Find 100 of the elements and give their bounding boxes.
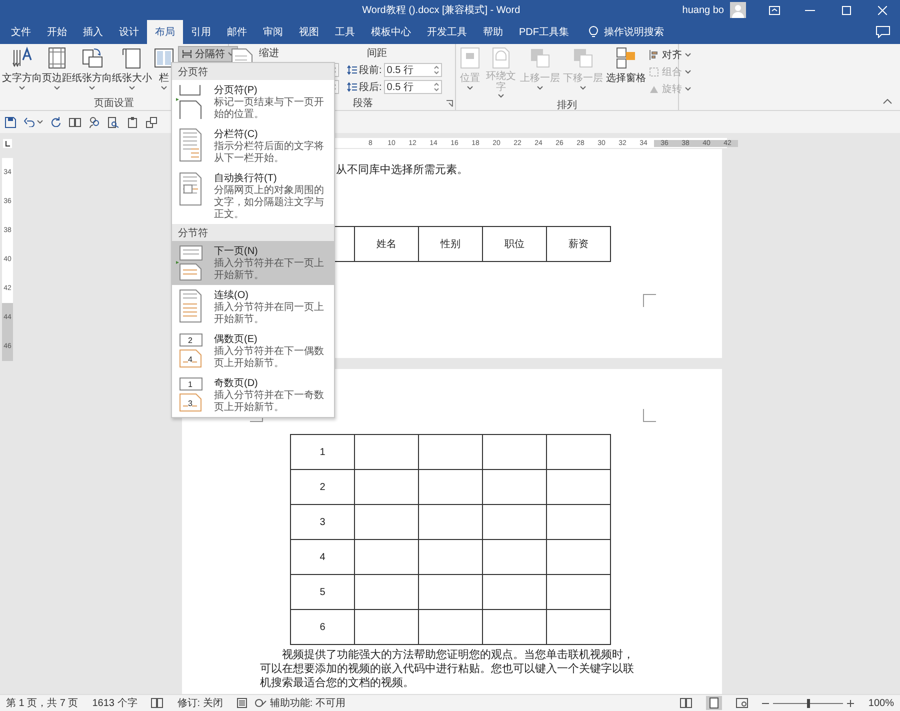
maximize-icon[interactable] — [842, 6, 850, 14]
ribbon-display-icon[interactable] — [768, 6, 780, 14]
ribbon-tab[interactable]: 开发工具 — [419, 20, 475, 44]
caret-icon — [467, 86, 473, 90]
close-icon[interactable] — [878, 6, 886, 14]
menu-item[interactable]: 2 4 偶数页(E) 插入分节符并在下一偶数页上开始新节。 — [172, 329, 334, 373]
table-cell — [482, 540, 546, 574]
menu-item[interactable]: 1 3 奇数页(D) 插入分节符并在下一奇数页上开始新节。 — [172, 373, 334, 417]
ribbon-button[interactable]: 页边距 — [42, 46, 72, 96]
menu-item[interactable]: 下一页(N) 插入分节符并在下一页上开始新节。 — [172, 241, 334, 285]
print-layout-icon[interactable] — [706, 696, 722, 710]
ribbon-button[interactable]: 纸张大小 — [112, 46, 152, 96]
table-cell — [418, 434, 482, 470]
breaks-button[interactable]: 分隔符 — [178, 46, 238, 62]
menu-item[interactable]: 分页符(P) 标记一页结束与下一页开始的位置。 — [172, 80, 334, 124]
spacing-field[interactable]: 0.5 行 — [384, 80, 442, 94]
clipboard-icon[interactable] — [127, 116, 138, 128]
undo-icon[interactable] — [24, 117, 35, 127]
ribbon-tab[interactable]: 工具 — [327, 20, 363, 44]
table-cell — [482, 504, 546, 540]
web-layout-icon[interactable] — [736, 698, 748, 708]
table-cell: 6 — [290, 610, 354, 644]
table-cell — [354, 610, 418, 644]
table-cell — [418, 470, 482, 504]
menu-item-description: 插入分节符并在同一页上开始新节。 — [214, 302, 325, 326]
ribbon-tab[interactable]: 布局 — [147, 20, 183, 44]
menu-item-title: 分页符(P) — [214, 84, 258, 96]
ribbon-button[interactable]: 文字方向 — [2, 46, 42, 96]
menu-item-description: 插入分节符并在下一奇数页上开始新节。 — [214, 390, 325, 414]
ribbon-tab[interactable]: 视图 — [291, 20, 327, 44]
collapse-ribbon-icon[interactable] — [883, 99, 892, 104]
ribbon-tab[interactable]: 邮件 — [219, 20, 255, 44]
spinner-icon[interactable] — [434, 65, 439, 75]
spacing-field-label: 段前: — [359, 64, 382, 77]
track-changes-status[interactable]: 修订: 关闭 — [177, 696, 223, 710]
ribbon-tab[interactable]: 模板中心 — [363, 20, 419, 44]
caret-icon — [89, 86, 95, 90]
menu-item-title: 连续(O) — [214, 288, 250, 302]
table-cell — [546, 610, 610, 644]
two-pages-icon[interactable] — [69, 118, 81, 126]
dialog-launcher-icon[interactable] — [446, 100, 453, 106]
tab-selector-icon[interactable] — [3, 139, 12, 148]
accessibility-status[interactable]: 辅助功能: 不可用 — [270, 696, 346, 710]
ribbon-button[interactable]: 选择窗格 — [606, 46, 646, 98]
caret-icon — [54, 86, 60, 90]
comment-icon[interactable] — [876, 26, 890, 38]
ribbon-tab[interactable]: 帮助 — [475, 20, 511, 44]
menu-item-description: 标记一页结束与下一页开始的位置。 — [214, 97, 325, 121]
spinner-icon[interactable] — [434, 82, 439, 92]
spacing-icon — [347, 82, 357, 92]
menu-item[interactable]: 连续(O) 插入分节符并在同一页上开始新节。 — [172, 285, 334, 329]
ribbon-tab[interactable]: 插入 — [75, 20, 111, 44]
page-count[interactable]: 第 1 页，共 7 页 — [6, 696, 78, 710]
macro-icon[interactable] — [236, 698, 247, 708]
redo-icon[interactable] — [51, 117, 61, 127]
tell-me-search[interactable]: 操作说明搜索 — [604, 25, 664, 39]
save-icon[interactable] — [5, 116, 16, 128]
table-cell — [418, 574, 482, 610]
ribbon-tab[interactable]: 开始 — [39, 20, 75, 44]
windows-icon[interactable] — [146, 116, 157, 128]
caret-icon — [37, 120, 43, 124]
caret-icon — [685, 70, 691, 74]
menu-item-title: 下一页(N) — [214, 245, 259, 258]
table-cell — [546, 574, 610, 610]
margin-mark — [643, 294, 656, 307]
ribbon-tab[interactable]: 引用 — [183, 20, 219, 44]
ribbon-tab[interactable]: 设计 — [111, 20, 147, 44]
ribbon-tab[interactable]: PDF工具集 — [511, 20, 577, 44]
print-preview-icon[interactable] — [108, 116, 119, 128]
table-cell: 4 — [290, 540, 354, 574]
ribbon-button[interactable]: 对齐 — [649, 46, 691, 63]
table-cell — [354, 504, 418, 540]
table-cell — [482, 610, 546, 644]
table-cell: 性别 — [418, 226, 482, 262]
menu-item[interactable]: 分栏符(C) 指示分栏符后面的文字将从下一栏开始。 — [172, 124, 334, 168]
table-cell — [354, 470, 418, 504]
menu-section-heading: 分节符 — [172, 224, 334, 241]
ribbon-button[interactable]: 纸张方向 — [72, 46, 112, 96]
icon-number: 2 — [188, 336, 192, 345]
menu-item-description: 插入分节符并在下一页上开始新节。 — [214, 258, 325, 282]
group-label: 排列 — [557, 98, 577, 112]
spacing-field[interactable]: 0.5 行 — [384, 63, 442, 77]
caret-icon — [685, 52, 691, 56]
menu-item-title: 自动换行符(T) — [214, 172, 278, 184]
menu-item[interactable]: 自动换行符(T) 分隔网页上的对象周围的文字，如分隔题注文字与正文。 — [172, 168, 334, 224]
ribbon-tab[interactable]: 审阅 — [255, 20, 291, 44]
table-cell — [418, 540, 482, 574]
caret-icon — [161, 86, 167, 90]
body-paragraph: 视频提供了功能强大的方法帮助您证明您的观点。当您单击联机视频时，可以在想要添加的视频的嵌入代码中进行粘贴。您也可以键入一个关键字以联机搜索最适合您的文档的视频。 — [260, 648, 635, 690]
read-mode-icon[interactable] — [680, 698, 692, 708]
group-label: 段落 — [353, 96, 373, 110]
proofing-icon[interactable] — [151, 698, 164, 708]
ribbon-tab[interactable]: 文件 — [3, 20, 39, 44]
lightbulb-icon — [589, 26, 598, 38]
zoom-in-icon[interactable] — [847, 700, 854, 706]
word-count[interactable]: 1613 个字 — [92, 696, 138, 710]
zoom-level[interactable]: 100% — [868, 698, 894, 708]
slider-thumb[interactable] — [807, 698, 810, 708]
people-icon[interactable] — [89, 116, 100, 128]
caret-icon — [498, 94, 504, 98]
